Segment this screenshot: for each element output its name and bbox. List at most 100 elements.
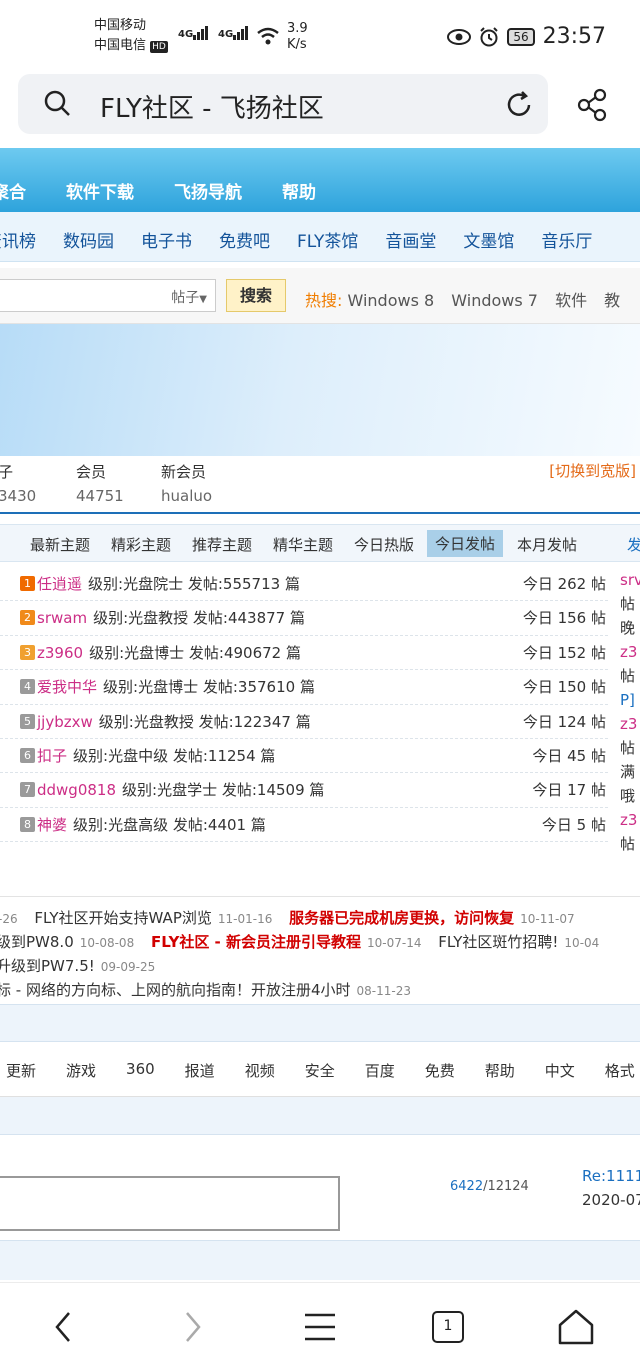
nav-item-free[interactable]: 免费吧 <box>219 227 270 252</box>
page-title: FLY社区 - 飞扬社区 <box>100 94 324 124</box>
hot-term[interactable]: 教 <box>604 291 620 310</box>
user-level: 级别:光盘教授 <box>98 712 194 731</box>
news-link[interactable]: 升级到PW7.5! <box>0 957 95 975</box>
search-input[interactable]: 帖子▼ <box>0 279 216 312</box>
nav-item-digital[interactable]: 数码园 <box>63 227 114 252</box>
address-bar[interactable]: FLY社区 - 飞扬社区 <box>18 74 548 134</box>
tab-essence[interactable]: 精华主题 <box>273 534 333 555</box>
hot-term[interactable]: Windows 7 <box>451 291 538 310</box>
news-link[interactable]: FLY社区开始支持WAP浏览 <box>34 909 211 927</box>
nav-item-teahouse[interactable]: FLY茶馆 <box>297 227 358 252</box>
user-link[interactable]: jjybzxw <box>37 713 93 731</box>
tab-latest[interactable]: 最新主题 <box>30 534 90 555</box>
hd-badge: HD <box>150 41 168 53</box>
rank-badge: 5 <box>20 713 35 729</box>
search-icon <box>44 90 70 116</box>
news-link[interactable]: 标 - 网络的方向标、上网的航向指南！开放注册4小时 <box>0 981 351 999</box>
user-level: 级别:光盘高级 <box>73 815 169 834</box>
back-icon[interactable] <box>44 1307 84 1347</box>
thread-row: 6422/12124 Re:1111 2020-07 <box>0 1136 640 1240</box>
side-text: 晚 <box>620 619 636 637</box>
tag-link[interactable]: 更新 <box>6 1060 36 1081</box>
switch-wide-link[interactable]: [切换到宽版] <box>549 460 636 481</box>
nav-item-music[interactable]: 音乐厅 <box>541 227 592 252</box>
search-button[interactable]: 搜索 <box>226 279 286 312</box>
ranking-row: 3 z3960 级别:光盘博士 发帖:490672 篇 今日 152 帖 <box>0 636 608 671</box>
nav-item-literature[interactable]: 文墨馆 <box>463 227 514 252</box>
ranking-row: 7 ddwg0818 级别:光盘学士 发帖:14509 篇 今日 17 帖 <box>0 773 608 808</box>
tag-link[interactable]: 帮助 <box>485 1060 515 1081</box>
forum-stats: 子 3430 会员 44751 新会员 hualuo [切换到宽版] <box>0 456 640 514</box>
tab-hot-today[interactable]: 今日热版 <box>354 534 414 555</box>
tag-link[interactable]: 中文 <box>545 1060 575 1081</box>
home-icon[interactable] <box>556 1307 596 1347</box>
side-text: 满 <box>620 763 636 781</box>
tabs-button[interactable]: 1 <box>428 1307 468 1347</box>
last-reply: Re:1111 2020-07 <box>582 1164 640 1212</box>
tag-link[interactable]: 百度 <box>365 1060 395 1081</box>
rank-badge: 1 <box>20 576 35 591</box>
nav-item-media[interactable]: 音画堂 <box>385 227 436 252</box>
side-text: z3 <box>620 811 638 829</box>
user-level: 级别:光盘教授 <box>93 609 189 628</box>
wifi-icon <box>257 27 279 45</box>
user-post-count: 发帖:490672 篇 <box>188 643 301 662</box>
section-divider <box>0 1097 640 1135</box>
tab-recommended[interactable]: 推荐主题 <box>192 534 252 555</box>
reply-view-count: 6422/12124 <box>450 1179 529 1194</box>
news-link[interactable]: 服务器已完成机房更换，访问恢复 <box>289 909 514 927</box>
clock: 23:57 <box>542 24 606 49</box>
user-link[interactable]: z3960 <box>37 644 83 662</box>
hot-search-label: 热搜: <box>305 291 343 310</box>
today-post-count: 今日 124 帖 <box>522 712 606 731</box>
side-text: srv <box>620 571 640 589</box>
nav-item-help[interactable]: 帮助 <box>282 178 316 203</box>
user-link[interactable]: srwam <box>37 609 87 627</box>
battery-indicator: 56 <box>507 27 535 46</box>
side-text: 帖 <box>620 739 636 757</box>
ranking-row: 2 srwam 级别:光盘教授 发帖:443877 篇 今日 156 帖 <box>0 601 608 636</box>
tab-featured[interactable]: 精彩主题 <box>111 534 171 555</box>
tag-link[interactable]: 360 <box>126 1060 155 1081</box>
news-link[interactable]: 级到PW8.0 <box>0 933 74 951</box>
reply-textbox[interactable] <box>0 1176 340 1231</box>
nav-item-ebook[interactable]: 电子书 <box>141 227 192 252</box>
user-link[interactable]: 扣子 <box>37 747 67 765</box>
last-reply-link[interactable]: Re:1111 <box>582 1164 640 1188</box>
news-link[interactable]: FLY社区 - 新会员注册引导教程 <box>151 933 361 951</box>
user-link[interactable]: 爱我中华 <box>37 678 97 696</box>
share-icon[interactable] <box>576 88 610 122</box>
tag-link[interactable]: 游戏 <box>66 1060 96 1081</box>
tag-link[interactable]: 格式 <box>605 1060 635 1081</box>
search-type-select[interactable]: 帖子▼ <box>171 287 207 307</box>
tag-link[interactable]: 报道 <box>185 1060 215 1081</box>
today-post-count: 今日 150 帖 <box>522 678 606 697</box>
user-post-count: 发帖:443877 篇 <box>192 609 305 628</box>
tag-link[interactable]: 视频 <box>245 1060 275 1081</box>
hot-search: 热搜: Windows 8 Windows 7 软件 教 <box>305 287 632 311</box>
hot-term[interactable]: Windows 8 <box>348 291 435 310</box>
nav-item-navigation[interactable]: 飞扬导航 <box>174 178 242 203</box>
stat-posts: 子 3430 <box>0 463 37 505</box>
tag-link[interactable]: 免费 <box>425 1060 455 1081</box>
news-link[interactable]: FLY社区斑竹招聘! <box>438 933 558 951</box>
tab-more[interactable]: 发 <box>627 534 640 555</box>
user-post-count: 发帖:555713 篇 <box>187 575 300 593</box>
menu-icon[interactable] <box>300 1307 340 1347</box>
tag-link[interactable]: 安全 <box>305 1060 335 1081</box>
user-link[interactable]: ddwg0818 <box>37 781 116 799</box>
section-divider <box>0 1240 640 1280</box>
nav-item-downloads[interactable]: 软件下载 <box>66 178 134 203</box>
side-column: srv 帖晚 z3 帖 P] z3 帖满哦 z3 帖 <box>620 568 640 856</box>
nav-item-news-rank[interactable]: 资讯榜 <box>0 227 36 252</box>
rank-badge: 7 <box>20 782 35 798</box>
side-text: 帖 <box>620 667 636 685</box>
user-link[interactable]: 任逍遥 <box>37 575 82 593</box>
user-link[interactable]: 神婆 <box>37 816 67 834</box>
nav-item-aggregate[interactable]: 聚合 <box>0 178 26 203</box>
forward-icon[interactable] <box>172 1307 212 1347</box>
tab-posts-month[interactable]: 本月发帖 <box>517 534 577 555</box>
reload-icon[interactable] <box>504 90 534 120</box>
hot-term[interactable]: 软件 <box>555 291 587 310</box>
tab-posts-today[interactable]: 今日发帖 <box>427 530 504 557</box>
